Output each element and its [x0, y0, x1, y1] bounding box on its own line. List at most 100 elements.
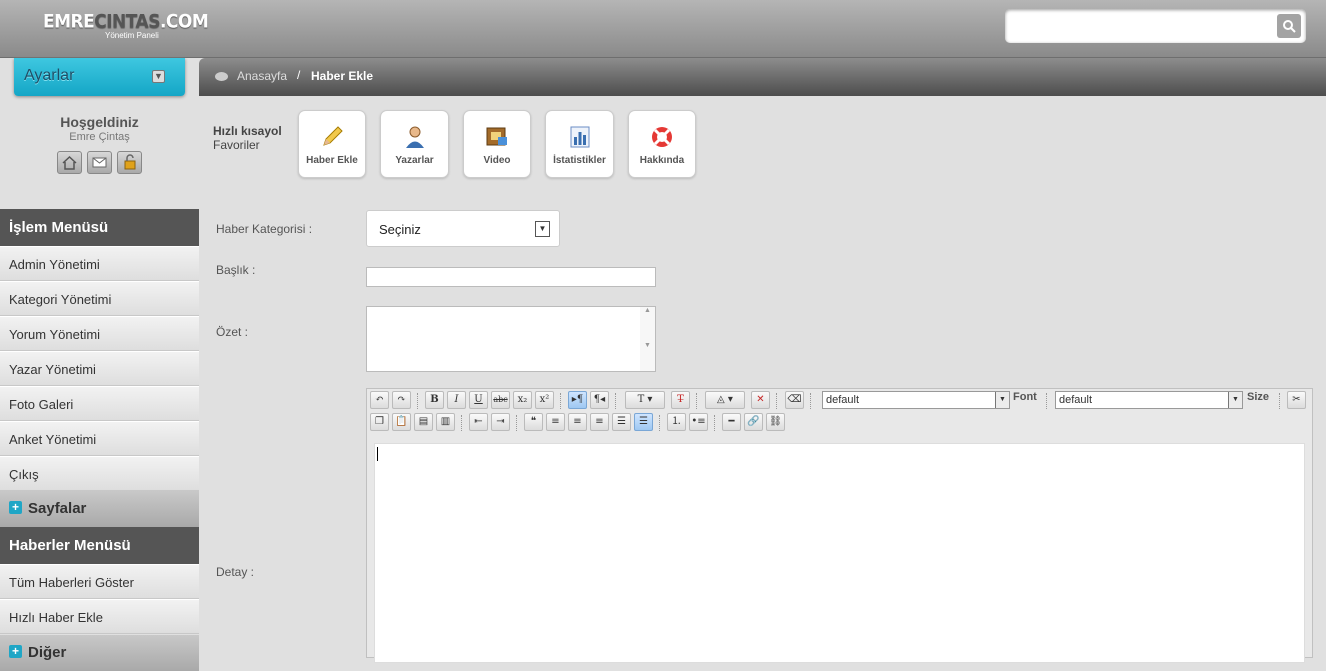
quick-haber-ekle-button[interactable]: Haber Ekle	[298, 110, 366, 178]
menu-item-hizli-haber[interactable]: Hızlı Haber Ekle	[0, 599, 199, 634]
indent-icon[interactable]: ⇥	[491, 413, 510, 431]
menu-item-kategori[interactable]: Kategori Yönetimi	[0, 281, 199, 316]
align-full-icon[interactable]: ☰	[634, 413, 653, 431]
menu-item-admin[interactable]: Admin Yönetimi	[0, 246, 199, 281]
breadcrumb: Anasayfa / Haber Ekle	[199, 58, 1326, 96]
baslik-input[interactable]	[366, 267, 656, 287]
rich-text-editor: ↶ ↷ B I U abc x₂ x² ▸¶ ¶◂ T ▾ T̶ ◬ ▾ ✕ ⌫…	[366, 388, 1313, 663]
menu-item-yazar[interactable]: Yazar Yönetimi	[0, 351, 199, 386]
ozet-label: Özet :	[216, 325, 249, 339]
text-color-icon[interactable]: T ▾	[625, 391, 665, 409]
superscript-icon[interactable]: x²	[535, 391, 554, 409]
chevron-down-icon: ▼	[1228, 392, 1242, 408]
search-icon	[1283, 20, 1296, 33]
menu-item-tum-haberler[interactable]: Tüm Haberleri Göster	[0, 564, 199, 599]
menu-item-yorum[interactable]: Yorum Yönetimi	[0, 316, 199, 351]
kategori-select[interactable]: Seçiniz ▼	[366, 210, 560, 247]
breadcrumb-separator: /	[297, 68, 301, 82]
undo-icon[interactable]: ↶	[370, 391, 389, 409]
ozet-textarea[interactable]: ▲ ▼	[366, 306, 656, 372]
chevron-down-icon: ▼	[995, 392, 1009, 408]
rtl-icon[interactable]: ¶◂	[590, 391, 609, 409]
subscript-icon[interactable]: x₂	[513, 391, 532, 409]
settings-button[interactable]: Ayarlar ▼	[14, 58, 185, 96]
align-center-icon[interactable]: ≡	[568, 413, 587, 431]
welcome-box: Hoşgeldiniz Emre Çintaş	[0, 114, 199, 174]
eye-icon	[215, 72, 228, 81]
chart-icon	[570, 126, 589, 148]
align-right-icon[interactable]: ≡	[590, 413, 609, 431]
block-quote-icon[interactable]: ❝	[524, 413, 543, 431]
outdent-icon[interactable]: ⇤	[469, 413, 488, 431]
paste-icon[interactable]: 📋	[392, 413, 411, 431]
lock-icon[interactable]	[117, 151, 142, 174]
arrow-down-icon: ▼	[152, 70, 165, 83]
quick-links-label: Hızlı kısayol Favoriler	[213, 124, 282, 152]
bold-icon[interactable]: B	[425, 391, 444, 409]
font-select[interactable]: default ▼	[822, 391, 1010, 409]
pencil-icon	[323, 126, 343, 146]
settings-label: Ayarlar	[24, 67, 75, 84]
align-left-icon[interactable]: ≡	[546, 413, 565, 431]
font-label: Font	[1013, 391, 1037, 403]
align-justify-icon[interactable]: ☰	[612, 413, 631, 431]
copy-icon[interactable]: ❐	[370, 413, 389, 431]
size-label: Size	[1247, 391, 1270, 403]
menu-group-sayfalar[interactable]: + Sayfalar	[0, 491, 199, 527]
menu-item-anket[interactable]: Anket Yönetimi	[0, 421, 199, 456]
kategori-label: Haber Kategorisi :	[216, 222, 313, 236]
quick-yazarlar-button[interactable]: Yazarlar	[380, 110, 449, 178]
cut-icon[interactable]: ✂	[1287, 391, 1306, 409]
sayfalar-label: Sayfalar	[28, 500, 87, 517]
logo-subtitle: Yönetim Paneli	[105, 31, 159, 40]
detay-editor-area[interactable]	[374, 443, 1305, 663]
unordered-list-icon[interactable]: •≡	[689, 413, 708, 431]
menu-item-foto-galeri[interactable]: Foto Galeri	[0, 386, 199, 421]
text-caret	[377, 447, 378, 461]
plus-icon: +	[9, 645, 22, 659]
user-icon	[405, 126, 424, 148]
site-logo[interactable]: EMRECINTAS.COM Yönetim Paneli	[43, 11, 209, 40]
remove-format-icon[interactable]: T̶	[671, 391, 690, 409]
remove-highlight-icon[interactable]: ✕	[751, 391, 770, 409]
kategori-select-value: Seçiniz	[379, 222, 421, 237]
insert-link-icon[interactable]: 🔗	[744, 413, 763, 431]
video-icon	[486, 127, 507, 146]
haberler-menu-heading: Haberler Menüsü	[0, 527, 199, 564]
italic-icon[interactable]: I	[447, 391, 466, 409]
menu-item-cikis[interactable]: Çıkış	[0, 456, 199, 491]
underline-icon[interactable]: U	[469, 391, 488, 409]
sidebar: Ayarlar ▼ Hoşgeldiniz Emre Çintaş İşlem …	[0, 58, 199, 671]
search-button[interactable]	[1277, 14, 1301, 38]
home-icon[interactable]	[57, 151, 82, 174]
paste-word-icon[interactable]: ▥	[436, 413, 455, 431]
ltr-icon[interactable]: ▸¶	[568, 391, 587, 409]
quick-video-button[interactable]: Video	[463, 110, 531, 178]
breadcrumb-current: Haber Ekle	[311, 69, 374, 83]
horizontal-rule-icon[interactable]: ━	[722, 413, 741, 431]
highlight-color-icon[interactable]: ◬ ▾	[705, 391, 745, 409]
search-box	[1005, 9, 1306, 43]
eraser-icon[interactable]: ⌫	[785, 391, 804, 409]
search-input[interactable]	[1013, 16, 1273, 36]
paste-text-icon[interactable]: ▤	[414, 413, 433, 431]
unlink-icon[interactable]: ⛓	[766, 413, 785, 431]
baslik-label: Başlık :	[216, 263, 256, 277]
redo-icon[interactable]: ↷	[392, 391, 411, 409]
islem-menu-heading: İşlem Menüsü	[0, 209, 199, 246]
detay-label: Detay :	[216, 565, 255, 579]
logo-text: EMRECINTAS.COM	[43, 11, 209, 33]
mail-icon[interactable]	[87, 151, 112, 174]
top-bar: EMRECINTAS.COM Yönetim Paneli	[0, 0, 1326, 58]
ozet-scrollbar[interactable]: ▲ ▼	[640, 307, 655, 371]
quick-hakkinda-button[interactable]: Hakkında	[628, 110, 696, 178]
quick-istatistikler-button[interactable]: İstatistikler	[545, 110, 614, 178]
diger-label: Diğer	[28, 644, 67, 661]
size-select[interactable]: default ▼	[1055, 391, 1243, 409]
ordered-list-icon[interactable]: ⒈	[667, 413, 686, 431]
welcome-title: Hoşgeldiniz	[60, 114, 139, 130]
strikethrough-icon[interactable]: abc	[491, 391, 510, 409]
welcome-user: Emre Çintaş	[69, 131, 130, 143]
breadcrumb-home-link[interactable]: Anasayfa	[237, 69, 287, 83]
menu-group-diger[interactable]: + Diğer	[0, 635, 199, 671]
